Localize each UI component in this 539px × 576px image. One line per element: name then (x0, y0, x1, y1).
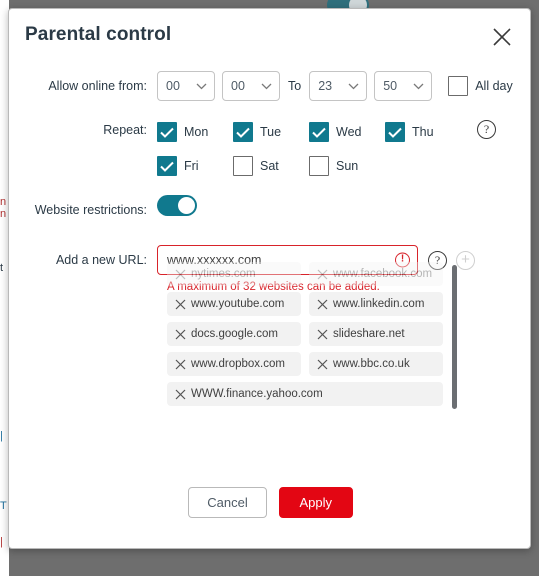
day-checkbox-thu-box[interactable] (385, 122, 405, 142)
day-checkbox-wed: Wed (309, 122, 385, 142)
dialog-footer: Cancel Apply (9, 487, 530, 518)
add-url-label: Add a new URL: (55, 253, 147, 267)
close-icon[interactable] (487, 22, 517, 52)
close-icon[interactable] (315, 359, 329, 370)
list-item: nytimes.com (167, 262, 301, 286)
list-item: www.dropbox.com (167, 352, 301, 376)
background-text-fragment: | (0, 430, 3, 442)
close-icon[interactable] (173, 329, 187, 340)
list-item: www.facebook.com (309, 262, 443, 286)
day-checkbox-mon-box[interactable] (157, 122, 177, 142)
website-restrictions-toggle[interactable] (157, 195, 197, 216)
repeat-days-row-1: Mon Tue Wed Thu (157, 115, 461, 149)
from-minute-select[interactable]: 00 (222, 71, 280, 101)
chevron-down-icon (348, 79, 359, 93)
close-icon[interactable] (315, 269, 329, 280)
list-item: slideshare.net (309, 322, 443, 346)
list-item-label: slideshare.net (333, 328, 405, 340)
day-label-mon: Mon (184, 125, 209, 139)
list-item-label: WWW.finance.yahoo.com (191, 388, 323, 400)
website-restrictions-row: Website restrictions: (9, 195, 530, 225)
cancel-button[interactable]: Cancel (188, 487, 267, 518)
close-icon[interactable] (315, 329, 329, 340)
day-checkbox-fri-box[interactable] (157, 156, 177, 176)
list-item: WWW.finance.yahoo.com (167, 382, 443, 406)
apply-button[interactable]: Apply (278, 487, 353, 518)
day-checkbox-mon: Mon (157, 122, 233, 142)
day-checkbox-wed-box[interactable] (309, 122, 329, 142)
to-hour-select[interactable]: 23 (309, 71, 368, 101)
list-item-label: www.dropbox.com (191, 358, 285, 370)
schedule-label: Allow online from: (48, 79, 147, 93)
blocked-url-list: nytimes.com www.facebook.com www.youtube.c… (167, 262, 459, 415)
day-checkbox-sat: Sat (233, 156, 309, 176)
close-icon[interactable] (173, 269, 187, 280)
url-list-scrollbar[interactable] (452, 265, 457, 409)
background-text-fragment: T (0, 500, 7, 512)
day-label-tue: Tue (260, 125, 282, 139)
day-checkbox-tue-box[interactable] (233, 122, 253, 142)
day-checkbox-tue: Tue (233, 122, 309, 142)
from-minute-value: 00 (231, 79, 245, 93)
day-label-sat: Sat (260, 159, 279, 173)
list-item-label: docs.google.com (191, 328, 278, 340)
chevron-down-icon (196, 79, 207, 93)
to-minute-select[interactable]: 50 (374, 71, 433, 101)
day-label-wed: Wed (336, 125, 362, 139)
background-text-fragment: t (0, 262, 4, 274)
from-hour-select[interactable]: 00 (157, 71, 215, 101)
list-item-label: nytimes.com (191, 268, 256, 280)
parental-control-form: Allow online from: 00 00 To 23 50 All da… (9, 71, 530, 293)
day-label-thu: Thu (412, 125, 434, 139)
blocked-url-grid: nytimes.com www.facebook.com www.youtube.c… (167, 262, 443, 406)
list-item: www.youtube.com (167, 292, 301, 316)
day-label-sun: Sun (336, 159, 359, 173)
list-item-label: www.linkedin.com (333, 298, 425, 310)
list-item: www.linkedin.com (309, 292, 443, 316)
day-checkbox-sun: Sun (309, 156, 385, 176)
to-minute-value: 50 (383, 79, 398, 93)
chevron-down-icon (261, 79, 272, 93)
chevron-down-icon (413, 79, 424, 93)
repeat-label: Repeat: (103, 123, 147, 137)
repeat-days-grid: Mon Tue Wed Thu Fri Sat Sun (157, 115, 477, 183)
all-day-label: All day (475, 79, 513, 93)
close-icon[interactable] (173, 389, 187, 400)
to-hour-value: 23 (318, 79, 333, 93)
list-item-label: www.youtube.com (191, 298, 285, 310)
list-item: www.bbc.co.uk (309, 352, 443, 376)
day-checkbox-thu: Thu (385, 122, 461, 142)
background-text-fragment: n (0, 208, 7, 220)
background-text-fragment: | (0, 536, 3, 548)
list-item-label: www.facebook.com (333, 268, 433, 280)
day-checkbox-fri: Fri (157, 156, 233, 176)
repeat-days-row-2: Fri Sat Sun (157, 149, 385, 183)
list-item-label: www.bbc.co.uk (333, 358, 410, 370)
list-item: docs.google.com (167, 322, 301, 346)
page-title: Parental control (25, 24, 172, 45)
schedule-row: Allow online from: 00 00 To 23 50 All da… (9, 71, 530, 101)
all-day-field: All day (448, 76, 513, 96)
day-checkbox-sat-box[interactable] (233, 156, 253, 176)
close-icon[interactable] (173, 359, 187, 370)
close-icon[interactable] (315, 299, 329, 310)
day-label-fri: Fri (184, 159, 199, 173)
all-day-checkbox[interactable] (448, 76, 469, 96)
day-checkbox-sun-box[interactable] (309, 156, 329, 176)
website-restrictions-label: Website restrictions: (34, 203, 147, 217)
from-hour-value: 00 (166, 79, 180, 93)
background-text-fragment: n (0, 196, 7, 208)
to-separator-label: To (288, 79, 302, 93)
repeat-help-icon[interactable]: ? (477, 120, 496, 139)
repeat-row: Repeat: Mon Tue Wed Thu Fri Sat Sun ? (9, 115, 530, 183)
parental-control-dialog: Parental control Allow online from: 00 0… (8, 8, 531, 549)
close-icon[interactable] (173, 299, 187, 310)
